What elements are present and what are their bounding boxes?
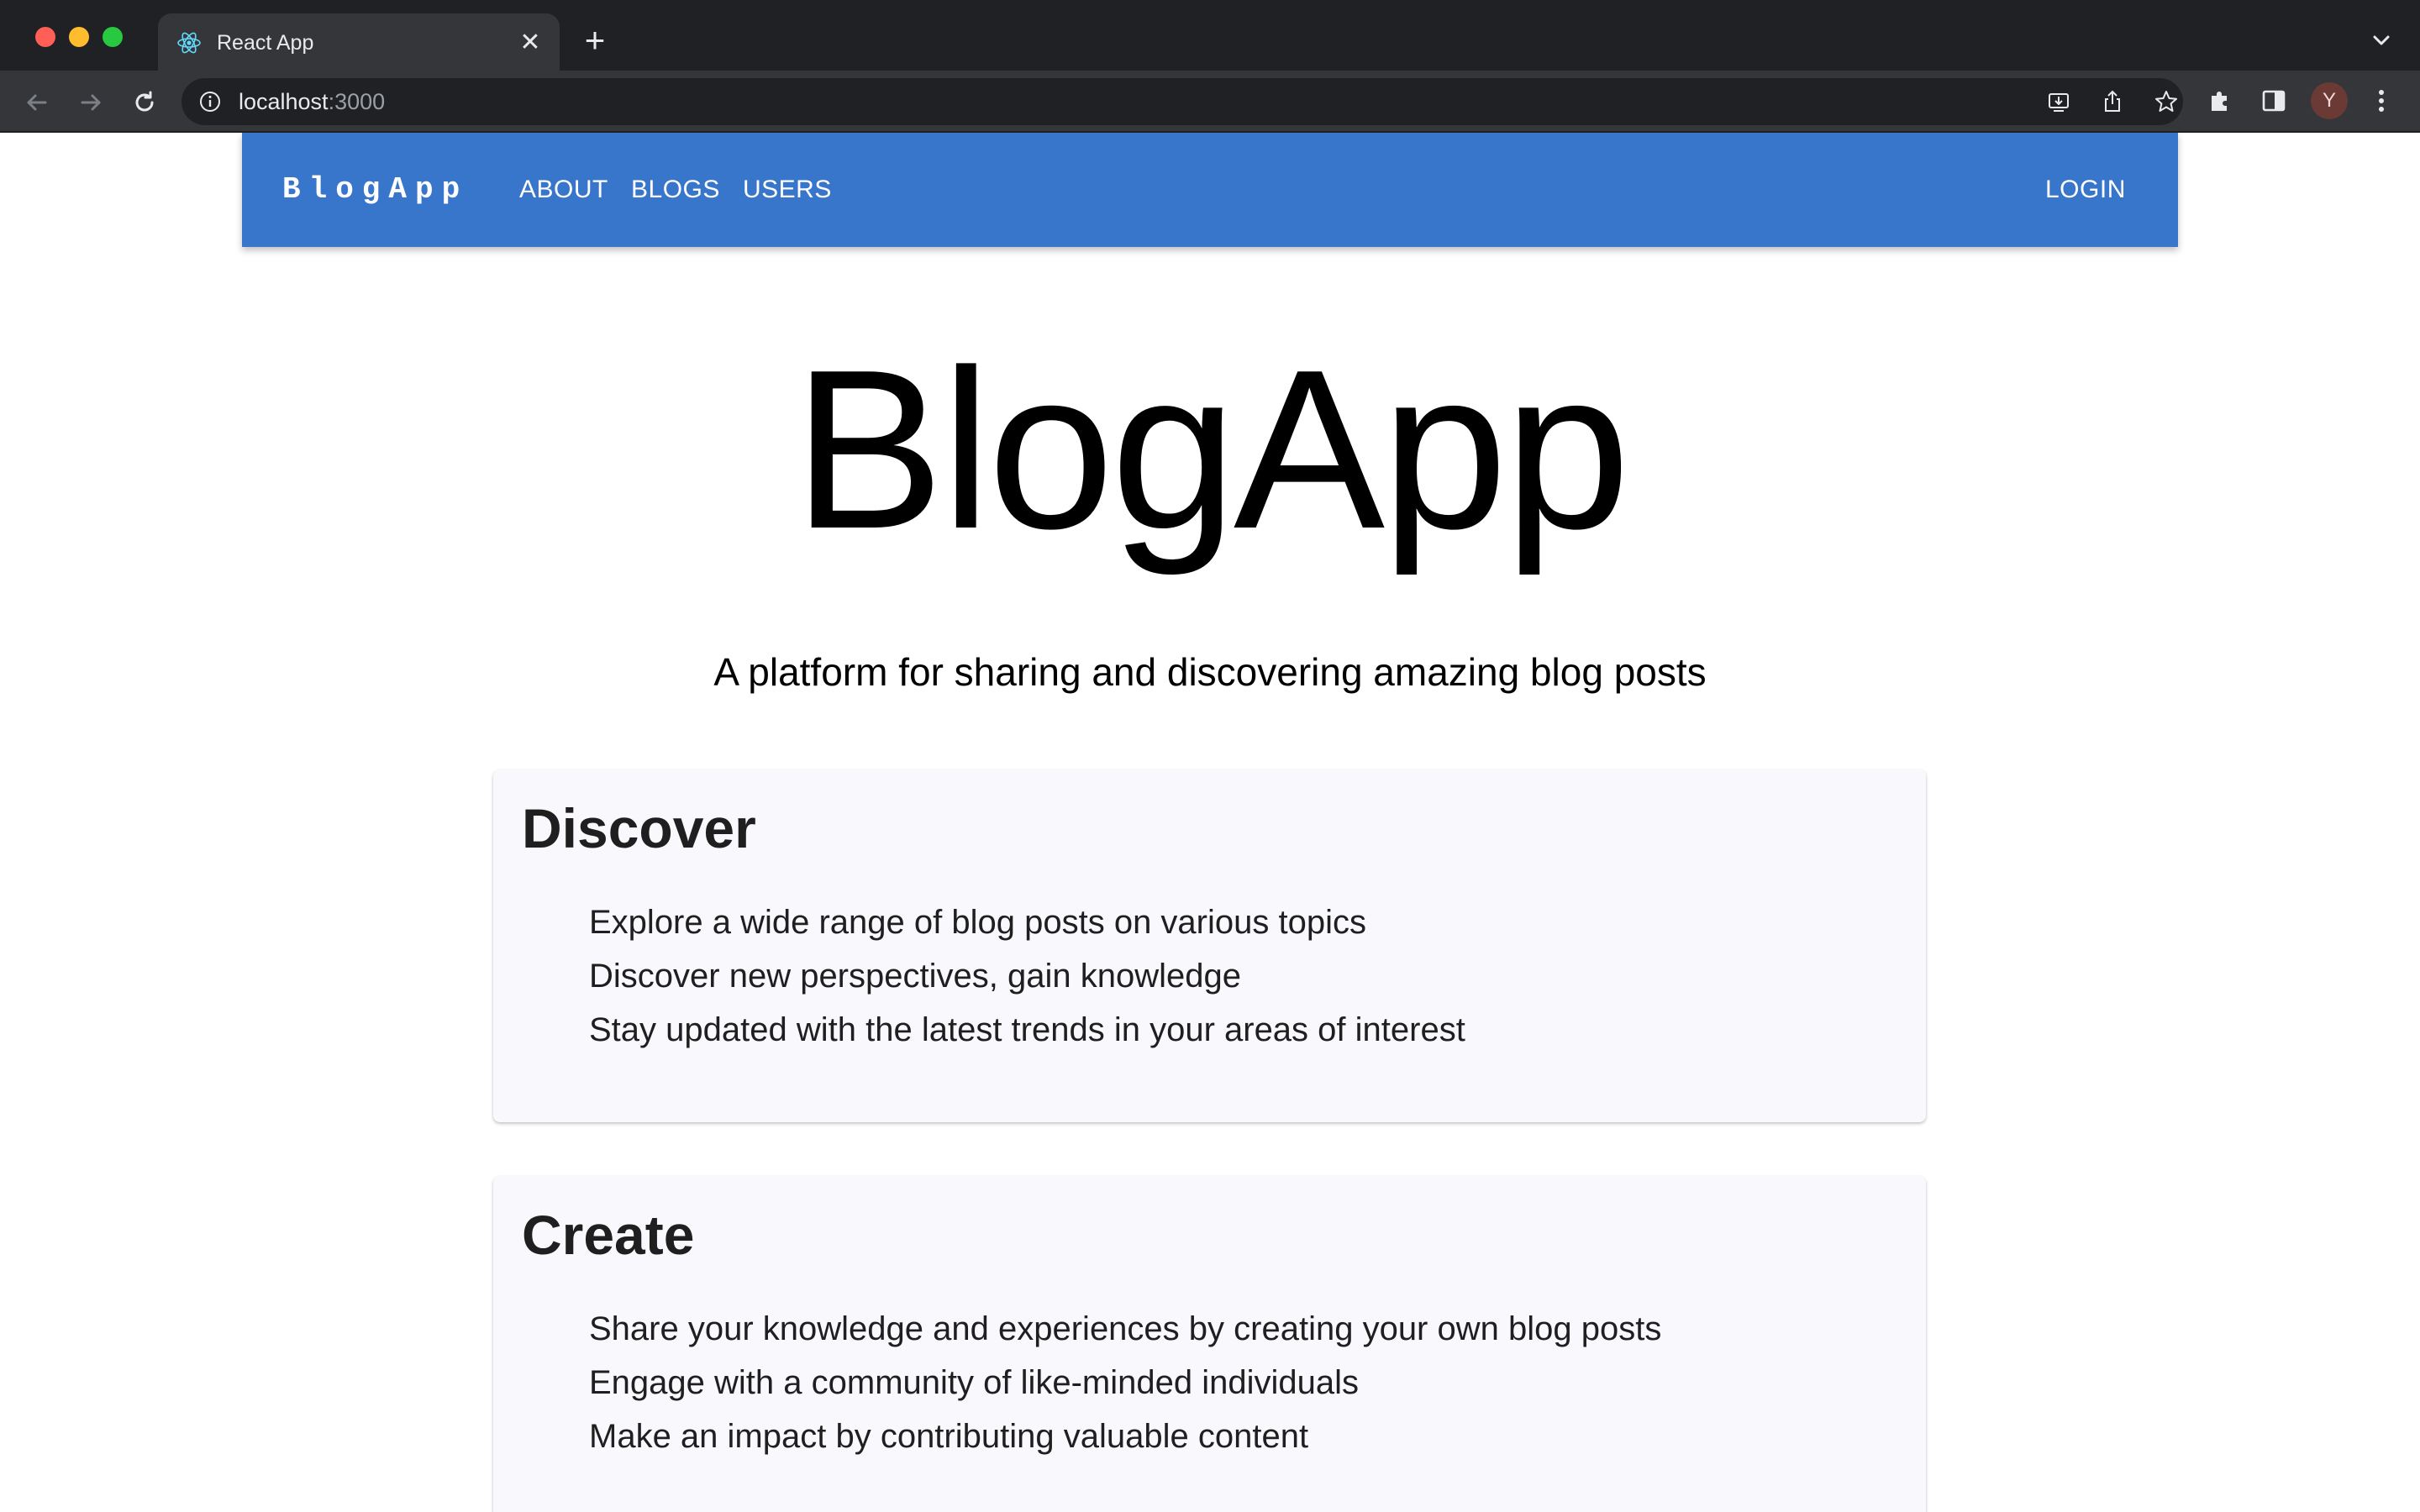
maximize-window-button[interactable]	[103, 27, 123, 47]
nav-about-link[interactable]: ABOUT	[519, 173, 608, 207]
nav-users-link[interactable]: USERS	[743, 173, 832, 207]
url-host: localhost	[239, 89, 329, 114]
url-port: :3000	[328, 89, 386, 114]
forward-arrow-icon[interactable]	[74, 86, 108, 119]
back-arrow-icon[interactable]	[20, 86, 54, 119]
reload-icon[interactable]	[128, 86, 161, 119]
tab-title: React App	[217, 31, 314, 55]
hero-subtitle: A platform for sharing and discovering a…	[713, 650, 1707, 694]
list-item: Stay updated with the latest trends in y…	[589, 1011, 1465, 1048]
react-favicon	[177, 32, 201, 54]
browser-toolbar: localhost:3000	[0, 71, 2420, 133]
card-title: Create	[522, 1204, 695, 1266]
feature-list: Explore a wide range of blog posts on va…	[589, 895, 1465, 1057]
list-item: Discover new perspectives, gain knowledg…	[589, 958, 1241, 995]
nav-blogs-link[interactable]: BLOGS	[631, 173, 720, 207]
login-button[interactable]: LOGIN	[2045, 173, 2126, 207]
address-bar[interactable]: localhost:3000	[182, 78, 2183, 125]
avatar[interactable]: Y	[2311, 82, 2348, 119]
browser-tab-strip: React App ✕ +	[0, 0, 2420, 71]
more-vert-icon[interactable]	[2371, 84, 2391, 118]
page-viewport: BlogApp ABOUT BLOGS USERS LOGIN BlogApp …	[0, 133, 2420, 1512]
card-title: Discover	[522, 797, 756, 859]
plus-icon[interactable]: +	[578, 23, 612, 58]
list-item: Share your knowledge and experiences by …	[589, 1310, 1662, 1347]
url-text: localhost:3000	[239, 87, 385, 117]
minimize-window-button[interactable]	[69, 27, 89, 47]
browser-tab[interactable]: React App ✕	[158, 13, 560, 71]
app-bar: BlogApp ABOUT BLOGS USERS LOGIN	[242, 133, 2178, 247]
create-card: Create Share your knowledge and experien…	[493, 1176, 1926, 1512]
star-icon[interactable]	[2153, 88, 2180, 115]
list-item: Engage with a community of like-minded i…	[589, 1364, 1360, 1401]
install-icon[interactable]	[2045, 88, 2072, 115]
close-icon[interactable]: ✕	[516, 29, 544, 57]
close-window-button[interactable]	[35, 27, 55, 47]
hero-title: BlogApp	[792, 323, 1631, 576]
list-item: Explore a wide range of blog posts on va…	[589, 904, 1366, 941]
chevron-down-icon[interactable]	[2366, 25, 2396, 55]
puzzle-icon[interactable]	[2205, 86, 2235, 116]
feature-list: Share your knowledge and experiences by …	[589, 1302, 1661, 1463]
brand-logo[interactable]: BlogApp	[282, 171, 468, 208]
side-panel-icon[interactable]	[2259, 86, 2289, 116]
discover-card: Discover Explore a wide range of blog po…	[493, 769, 1926, 1122]
share-icon[interactable]	[2099, 88, 2126, 115]
list-item: Make an impact by contributing valuable …	[589, 1418, 1309, 1455]
info-icon[interactable]	[198, 90, 222, 113]
